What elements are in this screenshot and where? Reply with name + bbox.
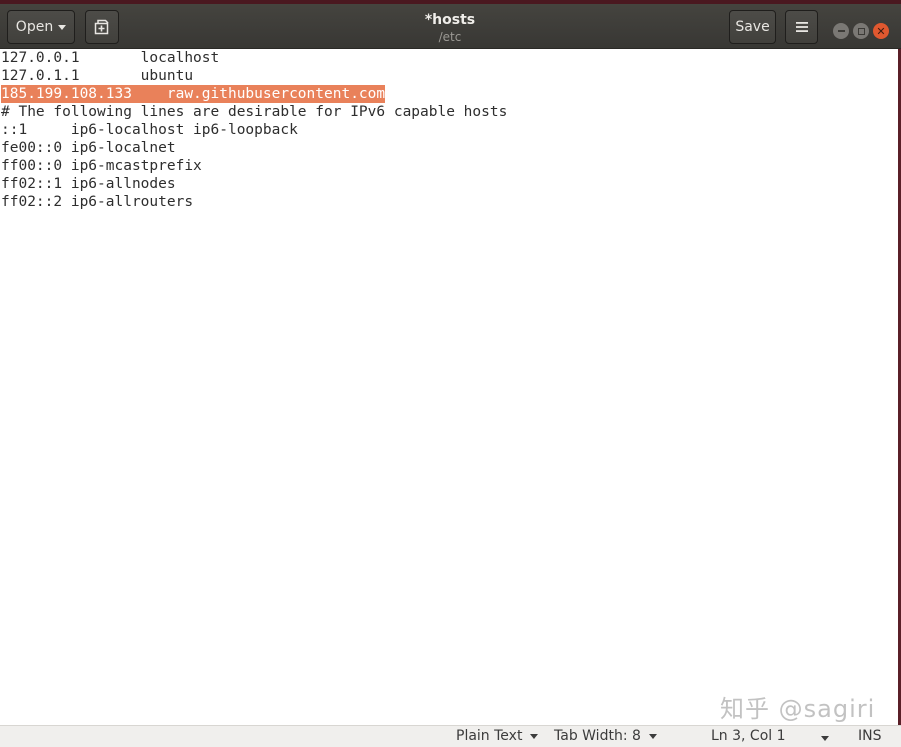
chevron-down-icon bbox=[530, 734, 538, 739]
cursor-position-selector[interactable]: Ln 3, Col 1 bbox=[711, 728, 786, 744]
insert-mode-label: INS bbox=[858, 728, 882, 744]
editor-line-3-selected[interactable]: 185.199.108.133 raw.githubusercontent.co… bbox=[1, 85, 385, 103]
chevron-down-icon bbox=[649, 734, 657, 739]
insert-mode-indicator: INS bbox=[858, 728, 882, 744]
close-button[interactable]: ✕ bbox=[873, 23, 889, 39]
menu-button[interactable] bbox=[785, 10, 818, 44]
editor-line-5[interactable]: ::1 ip6-localhost ip6-loopback bbox=[1, 121, 298, 139]
save-button-label: Save bbox=[735, 19, 769, 35]
minimize-button[interactable] bbox=[833, 23, 849, 39]
open-button-label: Open bbox=[16, 19, 53, 35]
header-bar: Open *hosts /etc Save ✕ bbox=[0, 4, 901, 49]
text-editor-area[interactable]: 127.0.0.1 localhost 127.0.1.1 ubuntu 185… bbox=[0, 49, 898, 725]
editor-line-4[interactable]: # The following lines are desirable for … bbox=[1, 103, 507, 121]
watermark: 知乎 @sagiri bbox=[720, 689, 875, 724]
new-document-button[interactable] bbox=[85, 10, 119, 44]
maximize-icon bbox=[858, 28, 865, 35]
save-button[interactable]: Save bbox=[729, 10, 776, 44]
chevron-down-icon[interactable] bbox=[821, 736, 829, 741]
editor-line-8[interactable]: ff02::1 ip6-allnodes bbox=[1, 175, 176, 193]
language-label: Plain Text bbox=[456, 728, 522, 744]
maximize-button[interactable] bbox=[853, 23, 869, 39]
tab-width-label: Tab Width: 8 bbox=[554, 728, 641, 744]
chevron-down-icon bbox=[58, 25, 66, 30]
close-icon: ✕ bbox=[876, 26, 885, 37]
editor-line-9[interactable]: ff02::2 ip6-allrouters bbox=[1, 193, 193, 211]
window-title-area: *hosts /etc bbox=[300, 12, 600, 45]
cursor-position-label: Ln 3, Col 1 bbox=[711, 728, 786, 744]
tab-width-selector[interactable]: Tab Width: 8 bbox=[554, 728, 657, 744]
minimize-icon bbox=[838, 30, 845, 32]
window-subtitle: /etc bbox=[300, 29, 600, 45]
editor-line-2[interactable]: 127.0.1.1 ubuntu bbox=[1, 67, 193, 85]
hamburger-menu-icon bbox=[795, 21, 809, 33]
status-bar: Plain Text Tab Width: 8 Ln 3, Col 1 INS bbox=[0, 725, 901, 747]
editor-line-7[interactable]: ff00::0 ip6-mcastprefix bbox=[1, 157, 202, 175]
language-selector[interactable]: Plain Text bbox=[456, 728, 538, 744]
editor-line-1[interactable]: 127.0.0.1 localhost bbox=[1, 49, 219, 67]
new-document-icon bbox=[93, 18, 111, 36]
editor-line-6[interactable]: fe00::0 ip6-localnet bbox=[1, 139, 176, 157]
open-button[interactable]: Open bbox=[7, 10, 75, 44]
window-title: *hosts bbox=[300, 12, 600, 28]
